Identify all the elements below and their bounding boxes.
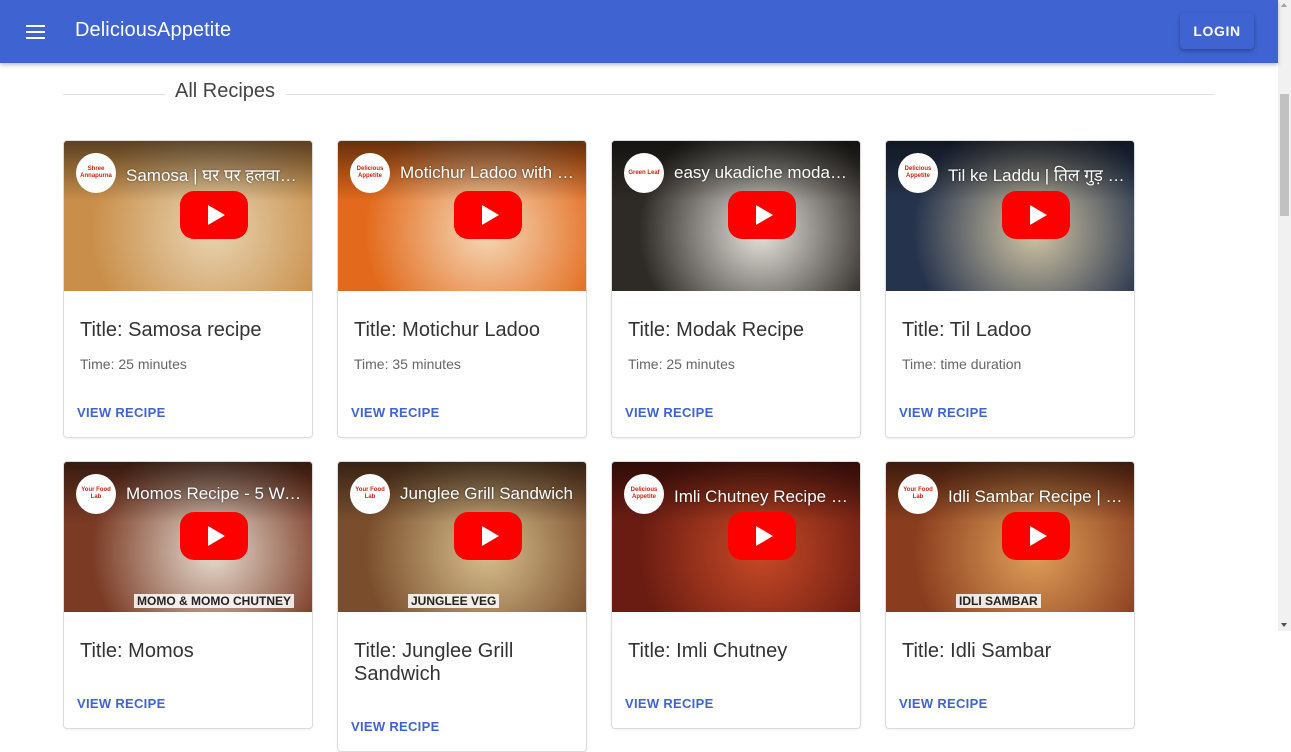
video-title[interactable]: Til ke Laddu | तिल गुड़ के लड्डू [948, 163, 1126, 186]
login-button[interactable]: LOGIN [1180, 13, 1254, 49]
channel-avatar[interactable]: Your Food Lab [898, 474, 938, 514]
view-recipe-button[interactable]: VIEW RECIPE [899, 696, 1118, 728]
recipe-card: Shree Annapurna Samosa | घर पर हलवाई जैस… [63, 140, 313, 438]
play-icon[interactable] [728, 512, 796, 560]
channel-avatar[interactable]: Green Leaf [624, 153, 664, 193]
recipe-title: Title: Imli Chutney [628, 640, 788, 662]
recipe-card: Your Food Lab Momos Recipe - 5 Ways MOMO… [63, 461, 313, 729]
recipe-time: Time: 35 minutes [354, 356, 461, 372]
section-divider-right [286, 94, 1215, 95]
recipe-card: Your Food Lab Idli Sambar Recipe | इडली … [885, 461, 1135, 729]
video-title[interactable]: Idli Sambar Recipe | इडली सांबर [948, 484, 1126, 507]
recipe-title: Title: Junglee Grill Sandwich [354, 640, 514, 685]
recipe-card: Delicious Appetite Motichur Ladoo with B… [337, 140, 587, 438]
brand-title[interactable]: DeliciousAppetite [75, 19, 231, 42]
view-recipe-button[interactable]: VIEW RECIPE [351, 405, 570, 437]
play-icon[interactable] [454, 191, 522, 239]
video-embed[interactable]: Delicious Appetite Imli Chutney Recipe |… [612, 462, 860, 612]
video-embed[interactable]: Green Leaf easy ukadiche modak recipe [612, 141, 860, 291]
recipe-time: Time: 25 minutes [80, 356, 187, 372]
video-embed[interactable]: Your Food Lab Momos Recipe - 5 Ways MOMO… [64, 462, 312, 612]
channel-avatar[interactable]: Delicious Appetite [350, 153, 390, 193]
thumbnail-caption: IDLI SAMBAR [956, 594, 1041, 608]
view-recipe-button[interactable]: VIEW RECIPE [351, 719, 570, 751]
recipe-card: Delicious Appetite Imli Chutney Recipe |… [611, 461, 861, 729]
video-embed[interactable]: Your Food Lab Idli Sambar Recipe | इडली … [886, 462, 1134, 612]
view-recipe-button[interactable]: VIEW RECIPE [77, 696, 296, 728]
video-title[interactable]: easy ukadiche modak recipe [674, 163, 852, 183]
play-icon[interactable] [454, 512, 522, 560]
play-icon[interactable] [1002, 191, 1070, 239]
recipe-title: Title: Momos [80, 640, 194, 662]
channel-avatar[interactable]: Your Food Lab [76, 474, 116, 514]
play-icon[interactable] [728, 191, 796, 239]
recipe-card: Delicious Appetite Til ke Laddu | तिल गु… [885, 140, 1135, 438]
view-recipe-button[interactable]: VIEW RECIPE [625, 405, 844, 437]
recipe-title: Title: Modak Recipe [628, 319, 804, 341]
recipe-time: Time: time duration [902, 356, 1022, 372]
recipe-card: Green Leaf easy ukadiche modak recipe Ti… [611, 140, 861, 438]
thumbnail-caption: MOMO & MOMO CHUTNEY [134, 594, 294, 608]
app-bar: DeliciousAppetite LOGIN [0, 0, 1278, 63]
channel-avatar[interactable]: Your Food Lab [350, 474, 390, 514]
video-embed[interactable]: Shree Annapurna Samosa | घर पर हलवाई जैस… [64, 141, 312, 291]
video-embed[interactable]: Delicious Appetite Motichur Ladoo with B… [338, 141, 586, 291]
recipe-card: Your Food Lab Junglee Grill Sandwich JUN… [337, 461, 587, 752]
section-divider-left [63, 94, 165, 95]
channel-avatar[interactable]: Delicious Appetite [624, 474, 664, 514]
channel-avatar[interactable]: Delicious Appetite [898, 153, 938, 193]
channel-avatar[interactable]: Shree Annapurna [76, 153, 116, 193]
video-title[interactable]: Junglee Grill Sandwich [400, 484, 578, 504]
video-embed[interactable]: Your Food Lab Junglee Grill Sandwich JUN… [338, 462, 586, 612]
play-icon[interactable] [180, 512, 248, 560]
video-embed[interactable]: Delicious Appetite Til ke Laddu | तिल गु… [886, 141, 1134, 291]
section-title: All Recipes [175, 80, 276, 102]
view-recipe-button[interactable]: VIEW RECIPE [77, 405, 296, 437]
video-title[interactable]: Imli Chutney Recipe | इमली की चटनी [674, 484, 852, 507]
view-recipe-button[interactable]: VIEW RECIPE [625, 696, 844, 728]
thumbnail-caption: JUNGLEE VEG [408, 594, 500, 608]
video-title[interactable]: Samosa | घर पर हलवाई जैसे समोसे [126, 163, 304, 186]
video-title[interactable]: Motichur Ladoo with Boondi [400, 163, 578, 183]
scroll-down-icon[interactable] [1281, 623, 1287, 627]
play-icon[interactable] [1002, 512, 1070, 560]
recipe-time: Time: 25 minutes [628, 356, 735, 372]
recipe-title: Title: Motichur Ladoo [354, 319, 541, 341]
recipe-title: Title: Samosa recipe [80, 319, 262, 341]
menu-icon[interactable] [20, 17, 50, 47]
recipe-title: Title: Idli Sambar [902, 640, 1052, 662]
page-scrollbar[interactable] [1278, 0, 1291, 631]
play-icon[interactable] [180, 191, 248, 239]
video-title[interactable]: Momos Recipe - 5 Ways [126, 484, 304, 504]
scroll-up-icon[interactable] [1281, 3, 1287, 7]
scrollbar-thumb[interactable] [1280, 94, 1289, 216]
recipe-title: Title: Til Ladoo [902, 319, 1032, 341]
view-recipe-button[interactable]: VIEW RECIPE [899, 405, 1118, 437]
